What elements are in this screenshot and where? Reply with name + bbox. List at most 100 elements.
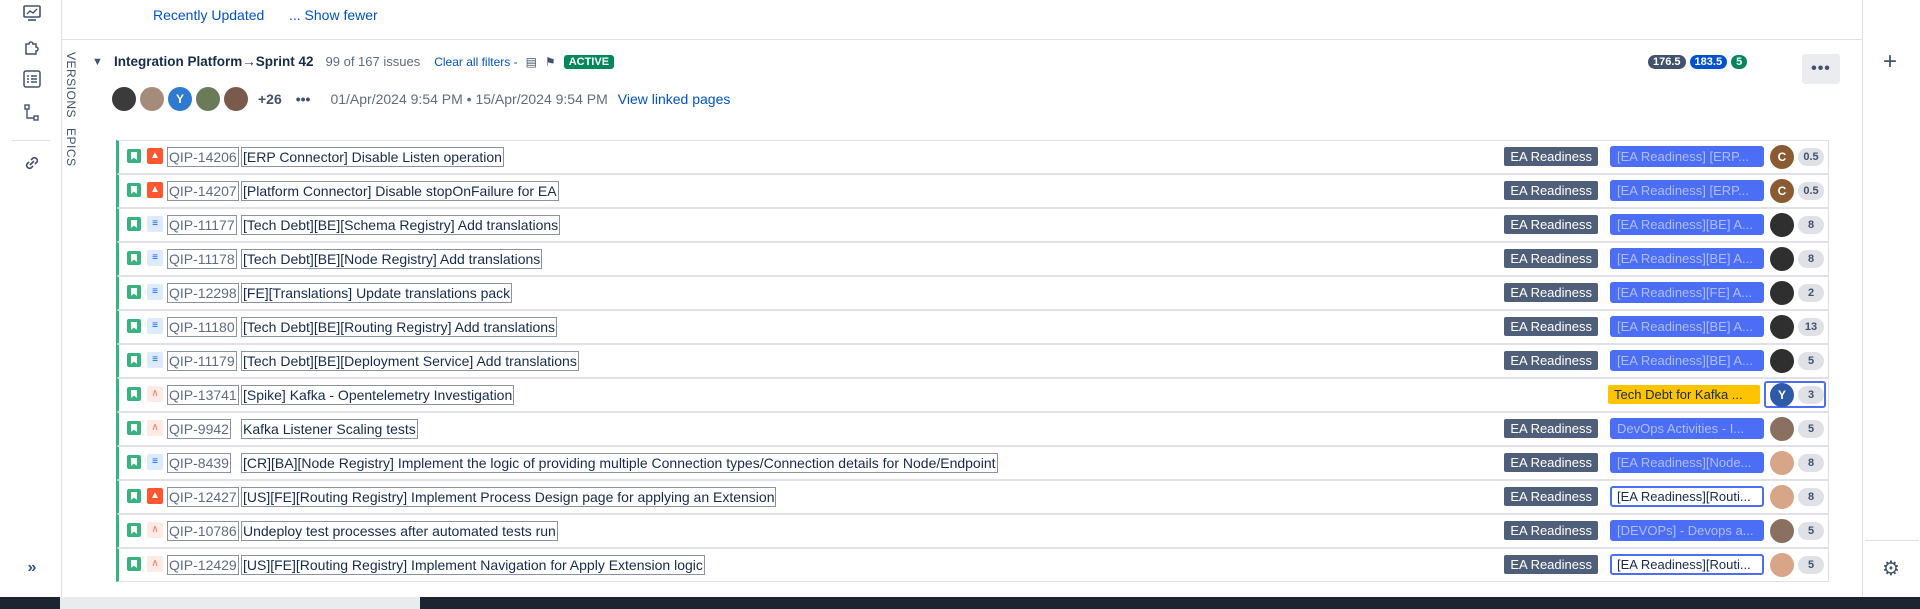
epic-label[interactable]: EA Readiness (1504, 249, 1598, 268)
issue-key[interactable]: QIP-8439 (167, 453, 231, 473)
issue-summary[interactable]: [Spike] Kafka - Opentelemetry Investigat… (241, 385, 515, 405)
assignee-avatar[interactable] (1770, 417, 1794, 441)
fix-version-label[interactable]: [EA Readiness][BE] A... (1610, 316, 1764, 337)
puzzle-icon[interactable] (21, 36, 43, 58)
recently-updated-link[interactable]: Recently Updated (153, 7, 264, 23)
epic-label[interactable]: EA Readiness (1504, 181, 1598, 200)
sprint-title[interactable]: Integration Platform→Sprint 42 (114, 54, 314, 69)
issue-key[interactable]: QIP-13741 (167, 385, 239, 405)
fix-version-label[interactable]: [EA Readiness][FE] A... (1610, 282, 1764, 303)
epic-label[interactable]: EA Readiness (1504, 555, 1598, 574)
issue-row[interactable]: ≡ QIP-8439 [CR][BA][Node Registry] Impleme… (116, 446, 1829, 480)
avatar[interactable]: Y (168, 87, 192, 111)
issue-summary[interactable]: [FE][Translations] Update translations p… (241, 283, 513, 303)
add-icon[interactable]: + (1883, 50, 1897, 74)
collapse-chevron-icon[interactable]: ▼ (92, 56, 106, 68)
fix-version-label[interactable]: [EA Readiness][Node... (1610, 452, 1764, 473)
issue-row[interactable]: ∧ QIP-12429 [US][FE][Routing Registry] Imp… (116, 548, 1829, 582)
issue-row[interactable]: ≡ QIP-11179 [Tech Debt][BE][Deployment Ser… (116, 344, 1829, 378)
avatar[interactable] (196, 87, 220, 111)
issue-row[interactable]: ∧ QIP-13741 [Spike] Kafka - Opentelemetry … (116, 378, 1829, 412)
fix-version-label[interactable]: [EA Readiness] [ERP... (1610, 146, 1764, 167)
board-view-icon[interactable]: ▤ (526, 55, 537, 69)
issue-summary[interactable]: Kafka Listener Scaling tests (241, 419, 418, 439)
assignee-avatar[interactable] (1770, 485, 1794, 509)
fix-version-label[interactable]: [EA Readiness][Routi... (1610, 554, 1764, 575)
issue-key[interactable]: QIP-12429 (167, 555, 239, 575)
issue-key[interactable]: QIP-11180 (167, 317, 237, 337)
issue-key[interactable]: QIP-11179 (167, 351, 237, 371)
fix-version-label[interactable]: DevOps Activities - I... (1610, 418, 1764, 439)
clear-filters-link[interactable]: Clear all filters - (434, 55, 517, 69)
assignee-avatar[interactable] (1770, 349, 1794, 373)
view-linked-pages-link[interactable]: View linked pages (618, 91, 731, 107)
link-icon[interactable] (21, 152, 43, 174)
issue-summary[interactable]: [ERP Connector] Disable Listen operation (241, 147, 504, 167)
epic-label[interactable]: EA Readiness (1504, 317, 1598, 336)
fix-version-label[interactable]: [EA Readiness] [ERP... (1610, 180, 1764, 201)
issue-key[interactable]: QIP-11178 (167, 249, 237, 269)
epic-label[interactable]: EA Readiness (1504, 283, 1598, 302)
assignee-avatar[interactable] (1770, 451, 1794, 475)
epic-label[interactable]: EA Readiness (1504, 147, 1598, 166)
taskbar-window-preview[interactable] (60, 597, 420, 609)
epic-label[interactable]: EA Readiness (1504, 453, 1598, 472)
assignee-avatar[interactable]: Y (1770, 383, 1794, 407)
assignee-avatar[interactable] (1770, 519, 1794, 543)
epic-label[interactable]: EA Readiness (1504, 351, 1598, 370)
epic-label[interactable]: Tech Debt for Kafka ... (1608, 385, 1760, 404)
epic-label[interactable]: EA Readiness (1504, 487, 1598, 506)
hierarchy-icon[interactable] (21, 102, 43, 124)
fix-version-label[interactable]: [EA Readiness][Routi... (1610, 486, 1764, 507)
issue-row[interactable]: ∧ QIP-9942 Kafka Listener Scaling tests EA … (116, 412, 1829, 446)
assignee-avatar[interactable] (1770, 315, 1794, 339)
more-actions-button[interactable]: ••• (1802, 54, 1840, 84)
issue-key[interactable]: QIP-10786 (167, 521, 239, 541)
issue-row[interactable]: ≡ QIP-11177 [Tech Debt][BE][Schema Registr… (116, 208, 1829, 242)
flag-icon[interactable]: ⚑ (545, 55, 556, 69)
fix-version-label[interactable]: [EA Readiness][BE] A... (1610, 248, 1764, 269)
fix-version-label[interactable]: [EA Readiness][BE] A... (1610, 350, 1764, 371)
show-fewer-link[interactable]: ... Show fewer (289, 7, 378, 23)
issue-summary[interactable]: [Tech Debt][BE][Node Registry] Add trans… (241, 249, 543, 269)
issue-row[interactable]: ≡ QIP-11178 [Tech Debt][BE][Node Registry]… (116, 242, 1829, 276)
issue-summary[interactable]: [Tech Debt][BE][Schema Registry] Add tra… (241, 215, 561, 235)
avatar[interactable] (224, 87, 248, 111)
issue-row[interactable]: ▲ QIP-12427 [US][FE][Routing Registry] Imp… (116, 480, 1829, 514)
issue-key[interactable]: QIP-14207 (167, 181, 239, 201)
epic-label[interactable]: EA Readiness (1504, 521, 1598, 540)
issue-key[interactable]: QIP-12427 (167, 487, 239, 507)
issue-summary[interactable]: [CR][BA][Node Registry] Implement the lo… (241, 453, 998, 473)
epic-label[interactable]: EA Readiness (1504, 419, 1598, 438)
epic-label[interactable]: EA Readiness (1504, 215, 1598, 234)
tab-versions[interactable]: VERSIONS (64, 52, 78, 118)
issue-row[interactable]: ▲ QIP-14206 [ERP Connector] Disable Listen… (116, 140, 1829, 174)
issue-summary[interactable]: [Platform Connector] Disable stopOnFailu… (241, 181, 559, 201)
issue-key[interactable]: QIP-11177 (167, 215, 237, 235)
assignee-avatar[interactable] (1770, 247, 1794, 271)
fix-version-label[interactable]: [DEVOPs] - Devops a... (1610, 520, 1764, 541)
issue-key[interactable]: QIP-9942 (167, 419, 231, 439)
assignee-avatar[interactable]: C (1770, 179, 1794, 203)
issue-row[interactable]: ≡ QIP-12298 [FE][Translations] Update tran… (116, 276, 1829, 310)
issue-summary[interactable]: [US][FE][Routing Registry] Implement Nav… (241, 555, 705, 575)
avatar[interactable] (112, 87, 136, 111)
avatar[interactable] (140, 87, 164, 111)
assignee-avatar[interactable] (1770, 281, 1794, 305)
fix-version-label[interactable]: [EA Readiness][BE] A... (1610, 214, 1764, 235)
issue-row[interactable]: ▲ QIP-14207 [Platform Connector] Disable s… (116, 174, 1829, 208)
issue-row[interactable]: ∧ QIP-10786 Undeploy test processes after … (116, 514, 1829, 548)
assignee-avatar[interactable]: C (1770, 145, 1794, 169)
issue-key[interactable]: QIP-12298 (167, 283, 239, 303)
assignee-avatar[interactable] (1770, 553, 1794, 577)
issue-summary[interactable]: [Tech Debt][BE][Routing Registry] Add tr… (241, 317, 558, 337)
issue-row[interactable]: ≡ QIP-11180 [Tech Debt][BE][Routing Regist… (116, 310, 1829, 344)
more-participants[interactable]: +26 (258, 91, 282, 107)
backlog-icon[interactable] (21, 68, 43, 90)
expand-sidebar-icon[interactable]: » (21, 557, 43, 579)
issue-key[interactable]: QIP-14206 (167, 147, 239, 167)
settings-icon[interactable]: ⚙ (1882, 556, 1900, 581)
tab-epics[interactable]: EPICS (64, 128, 78, 167)
issue-summary[interactable]: [US][FE][Routing Registry] Implement Pro… (241, 487, 777, 507)
issue-summary[interactable]: Undeploy test processes after automated … (241, 521, 558, 541)
